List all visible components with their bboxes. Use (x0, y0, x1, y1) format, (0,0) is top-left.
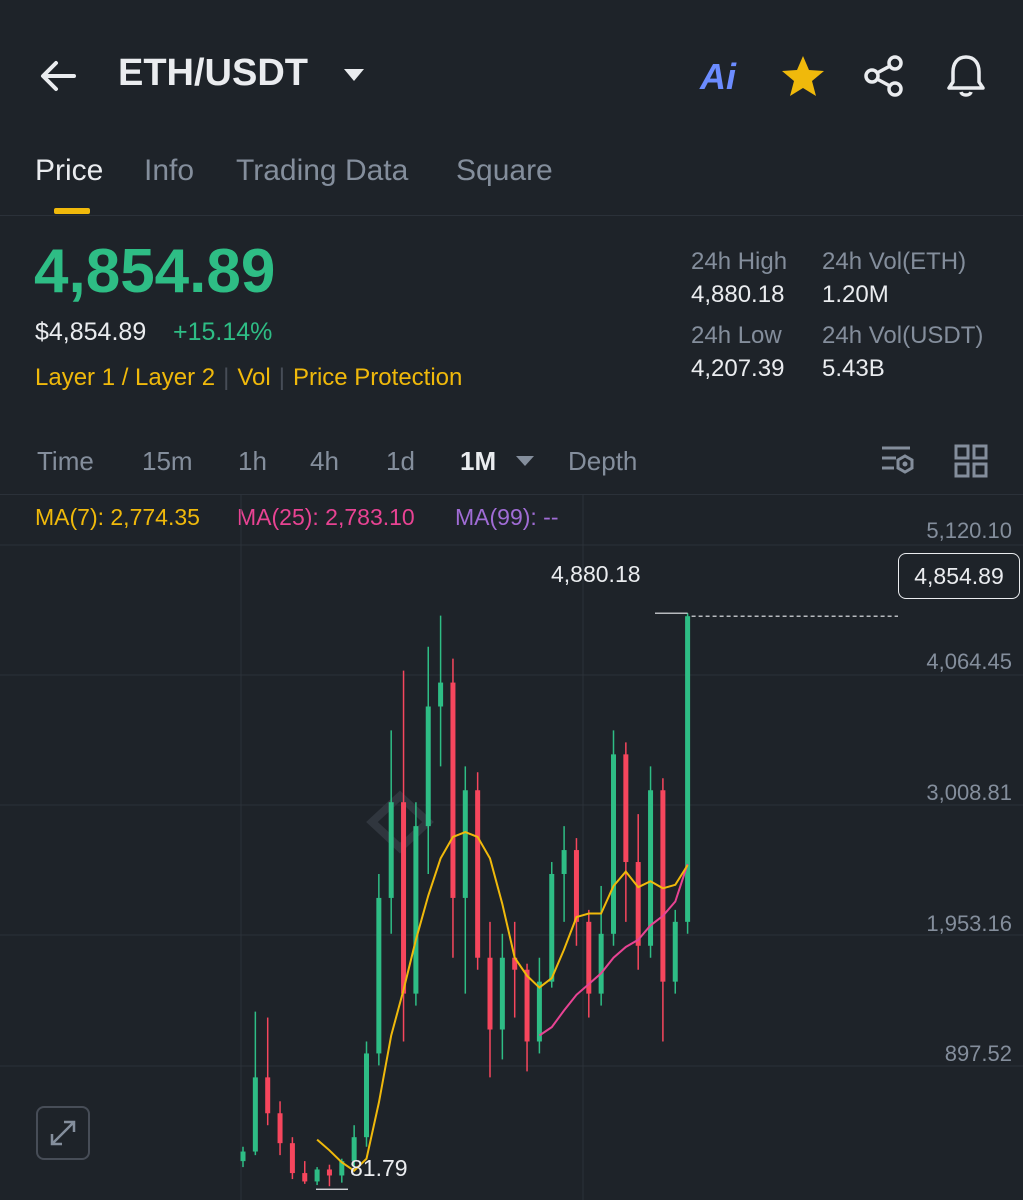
y-tick-label: 897.52 (944, 1041, 1012, 1066)
candle-body (561, 850, 567, 874)
candle-body (611, 754, 616, 934)
candle-body (376, 897, 382, 1054)
candlestick-chart[interactable] (0, 0, 1023, 1200)
y-tick-label: 4,064.45 (926, 649, 1012, 674)
candle-body (388, 802, 394, 898)
expand-icon (50, 1120, 76, 1146)
low-marker-label: 81.79 (350, 1155, 408, 1181)
candle-body (672, 921, 678, 982)
candle-body (326, 1169, 332, 1176)
current-price-label: 4,854.89 (898, 553, 1020, 599)
candle-body (314, 1169, 320, 1182)
candle-body (302, 1173, 308, 1182)
candle-body (277, 1113, 283, 1144)
y-tick-label: 1,953.16 (926, 911, 1012, 936)
candle-body (487, 957, 493, 1030)
candle-body (598, 933, 604, 994)
candle-body (499, 957, 505, 1030)
candle-body (462, 790, 468, 898)
candle-body (401, 802, 407, 994)
y-tick-label: 5,120.10 (926, 518, 1012, 543)
candle-body (536, 981, 542, 1042)
candle-body (252, 1077, 258, 1152)
candle-body (289, 1143, 295, 1174)
candle-body (648, 790, 654, 946)
candle-body (364, 1053, 369, 1138)
candle-body (635, 862, 641, 946)
candle-body (623, 754, 629, 863)
candle-body (549, 873, 555, 982)
candle-body (660, 790, 666, 982)
candle-body (475, 790, 481, 958)
expand-chart-button[interactable] (36, 1106, 90, 1160)
candle-body (685, 616, 691, 922)
candle-body (573, 850, 579, 922)
watermark-logo (366, 790, 434, 854)
candle-body (413, 826, 419, 994)
candle-body (265, 1077, 271, 1114)
candle-body (450, 682, 456, 898)
high-marker-label: 4,880.18 (551, 561, 641, 587)
candle-body (438, 682, 444, 707)
candle-body (240, 1151, 246, 1162)
y-tick-label: 3,008.81 (926, 780, 1012, 805)
candle-body (524, 969, 530, 1042)
candle-body (425, 706, 431, 827)
